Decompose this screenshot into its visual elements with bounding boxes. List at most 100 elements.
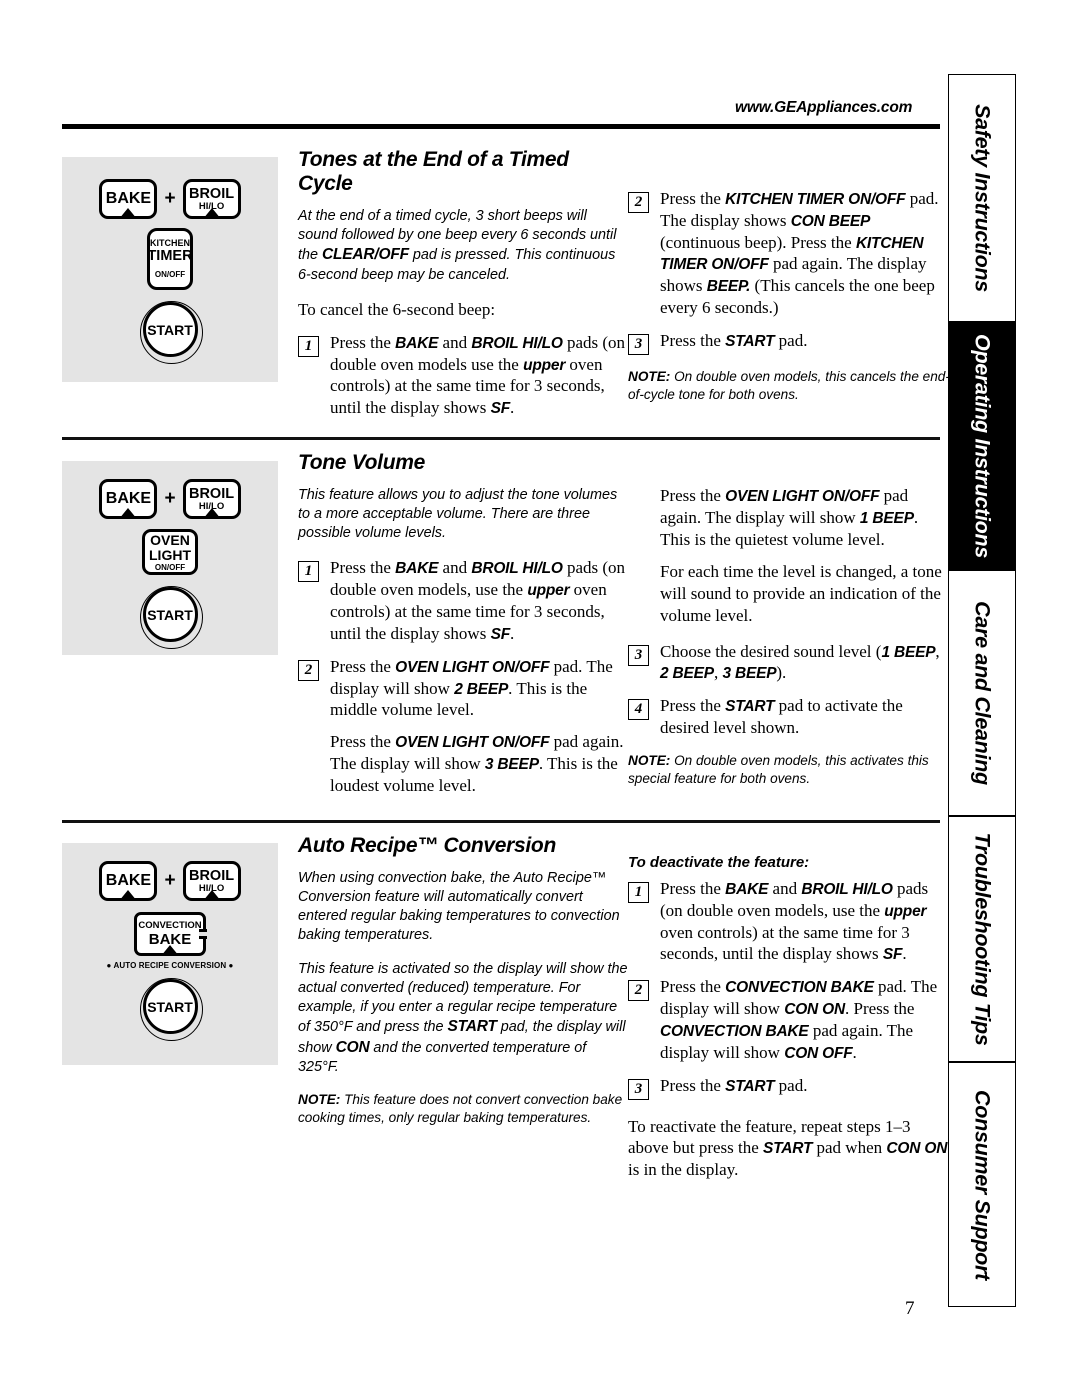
pad-broil-hilo: BROIL HI/LO (182, 479, 241, 519)
note-label: NOTE: (298, 1092, 341, 1108)
step-text: Press the BAKE and BROIL HI/LO pads (on … (330, 332, 628, 419)
sidebar-tab-care-and-cleaning[interactable]: Care and Cleaning (948, 570, 1016, 816)
t: . (852, 1042, 857, 1062)
pad-timer-label-line1: KITCHEN (150, 237, 190, 248)
step-item: 1 Press the BAKE and BROIL HI/LO pads (o… (298, 332, 628, 419)
sidebar-tab-consumer-support[interactable]: Consumer Support (948, 1062, 1016, 1307)
t: Choose the desired sound level ( (660, 641, 882, 661)
section-tabs-sidebar: Safety Instructions Operating Instructio… (948, 74, 1016, 1307)
step-number: 1 (298, 561, 319, 583)
step-item: 1 Press the BAKE and BROIL HI/LO pads (o… (298, 557, 628, 644)
section1-middle-column: Tones at the End of a Timed Cycle At the… (298, 148, 628, 430)
auto-recipe-conversion-caption: ● AUTO RECIPE CONVERSION ● (106, 961, 234, 970)
step-number: 2 (298, 659, 319, 681)
sidebar-tab-label: Care and Cleaning (970, 601, 995, 785)
pad-timer-label-line2: TIMER (147, 247, 193, 264)
t: . (902, 944, 907, 964)
step-text: Press the START pad. (660, 1075, 952, 1100)
section3-middle-column: Auto Recipe™ Conversion When using conve… (298, 834, 628, 1127)
section-divider-rule (62, 820, 940, 823)
pad-ref: START (725, 332, 775, 350)
t: ). (776, 663, 787, 683)
step-item: 2 Press the OVEN LIGHT ON/OFF pad. The d… (298, 656, 628, 797)
display-ref: CON ON (784, 1001, 846, 1019)
step-text: Press the KITCHEN TIMER ON/OFF pad. The … (660, 188, 952, 319)
step-number: 3 (628, 644, 649, 666)
intro-clearoff: CLEAR/OFF (322, 246, 409, 264)
step-number: 2 (628, 192, 649, 213)
step-text: Press the CONVECTION BAKE pad. The displ… (660, 976, 952, 1063)
display-ref: CON BEEP (790, 212, 871, 230)
pad-ref: CONVECTION BAKE (660, 1022, 809, 1040)
pad-ref: KITCHEN TIMER ON/OFF (725, 191, 906, 208)
display-ref: SF (490, 400, 511, 418)
pad-convection-bake: CONVECTION BAKE (134, 912, 207, 956)
pad-ref: BAKE (395, 334, 439, 352)
step-item: 3 Press the START pad. (628, 330, 952, 355)
pad-plus-sign: + (164, 188, 176, 209)
t: and (768, 879, 802, 898)
pad-ref: BROIL HI/LO (801, 881, 893, 898)
pad-kitchen-timer-onoff: KITCHEN TIMER ON/OFF (147, 228, 193, 290)
sidebar-tab-troubleshooting-tips[interactable]: Troubleshooting Tips (948, 816, 1016, 1062)
section2-right-para1: Press the OVEN LIGHT ON/OFF pad again. T… (660, 485, 952, 550)
pad-ref: BROIL HI/LO (471, 560, 563, 578)
section-tone-volume: BAKE + BROIL HI/LO OVEN LIGHT ON/OFF STA… (62, 437, 942, 808)
emphasis: upper (527, 582, 570, 600)
display-ref: 1 BEEP (859, 509, 914, 527)
pad-bake: BAKE (99, 861, 158, 901)
note-text: On double oven models, this cancels the … (628, 368, 950, 402)
t: (continuous beep). Press the (660, 232, 856, 252)
section3-note: NOTE: This feature does not convert conv… (298, 1091, 628, 1127)
emphasis: upper (523, 356, 566, 374)
pad-start: START (139, 978, 203, 1041)
sidebar-tab-label: Troubleshooting Tips (970, 832, 995, 1046)
step-item: 3 Press the START pad. (628, 1075, 952, 1100)
section1-right-column: 2 Press the KITCHEN TIMER ON/OFF pad. Th… (628, 188, 952, 404)
step-number: 1 (298, 335, 319, 357)
pad-start-label: START (147, 998, 193, 1015)
t: Press the (330, 558, 396, 578)
display-ref: CON (335, 1038, 370, 1056)
section1-title: Tones at the End of a Timed Cycle (298, 148, 569, 195)
pad-plus-sign: + (164, 488, 176, 509)
section2-note: NOTE: On double oven models, this activa… (628, 752, 952, 788)
sidebar-tab-label: Operating Instructions (970, 334, 995, 558)
pad-notch (199, 929, 207, 939)
sidebar-tab-label: Consumer Support (970, 1089, 995, 1280)
section1-lead: To cancel the 6-second beep: (298, 300, 496, 320)
display-ref: 1 BEEP (881, 643, 936, 661)
pad-broil-label-line2: HI/LO (198, 201, 225, 212)
note-text: On double oven models, this activates th… (628, 752, 929, 786)
sidebar-tab-operating-instructions[interactable]: Operating Instructions (948, 322, 1016, 570)
sidebar-tab-label: Safety Instructions (970, 104, 995, 292)
pad-ref: START (725, 698, 775, 716)
pad-conv-label-line1: CONVECTION (138, 920, 202, 932)
pad-ref: BAKE (725, 881, 769, 898)
pad-illustration-oven-light: BAKE + BROIL HI/LO OVEN LIGHT ON/OFF STA… (62, 461, 278, 655)
pad-oven-light-onoff: OVEN LIGHT ON/OFF (142, 529, 198, 575)
display-ref: 3 BEEP (722, 665, 777, 683)
note-text: This feature does not convert convection… (298, 1092, 623, 1126)
pad-start-label: START (147, 606, 193, 623)
step-text: Press the BAKE and BROIL HI/LO pads (on … (330, 557, 628, 644)
pad-ref: OVEN LIGHT ON/OFF (395, 734, 550, 752)
pad-ref: BAKE (395, 560, 439, 578)
pad-light-label-line3: ON/OFF (154, 562, 186, 572)
step-number: 3 (628, 333, 649, 355)
section-auto-recipe-conversion: BAKE + BROIL HI/LO CONVECTION BAKE ● AUT… (62, 820, 947, 1240)
t: . (509, 623, 515, 643)
step-number: 4 (628, 699, 649, 721)
pad-ref: CONVECTION BAKE (725, 979, 874, 997)
pad-plus-sign: + (164, 870, 176, 891)
display-ref: CON OFF (784, 1044, 853, 1062)
step-text: Press the BAKE and BROIL HI/LO pads (on … (660, 878, 952, 965)
step-text: Press the START pad to activate the desi… (660, 695, 952, 739)
section-divider-rule (62, 437, 940, 440)
step-text: Choose the desired sound level (1 BEEP, … (660, 641, 952, 685)
display-ref: SF (490, 625, 511, 643)
step-item: 1 Press the BAKE and BROIL HI/LO pads (o… (628, 878, 952, 965)
sidebar-tab-safety-instructions[interactable]: Safety Instructions (948, 74, 1016, 322)
display-ref: 2 BEEP (454, 680, 509, 698)
section2-middle-column: Tone Volume This feature allows you to a… (298, 451, 628, 808)
